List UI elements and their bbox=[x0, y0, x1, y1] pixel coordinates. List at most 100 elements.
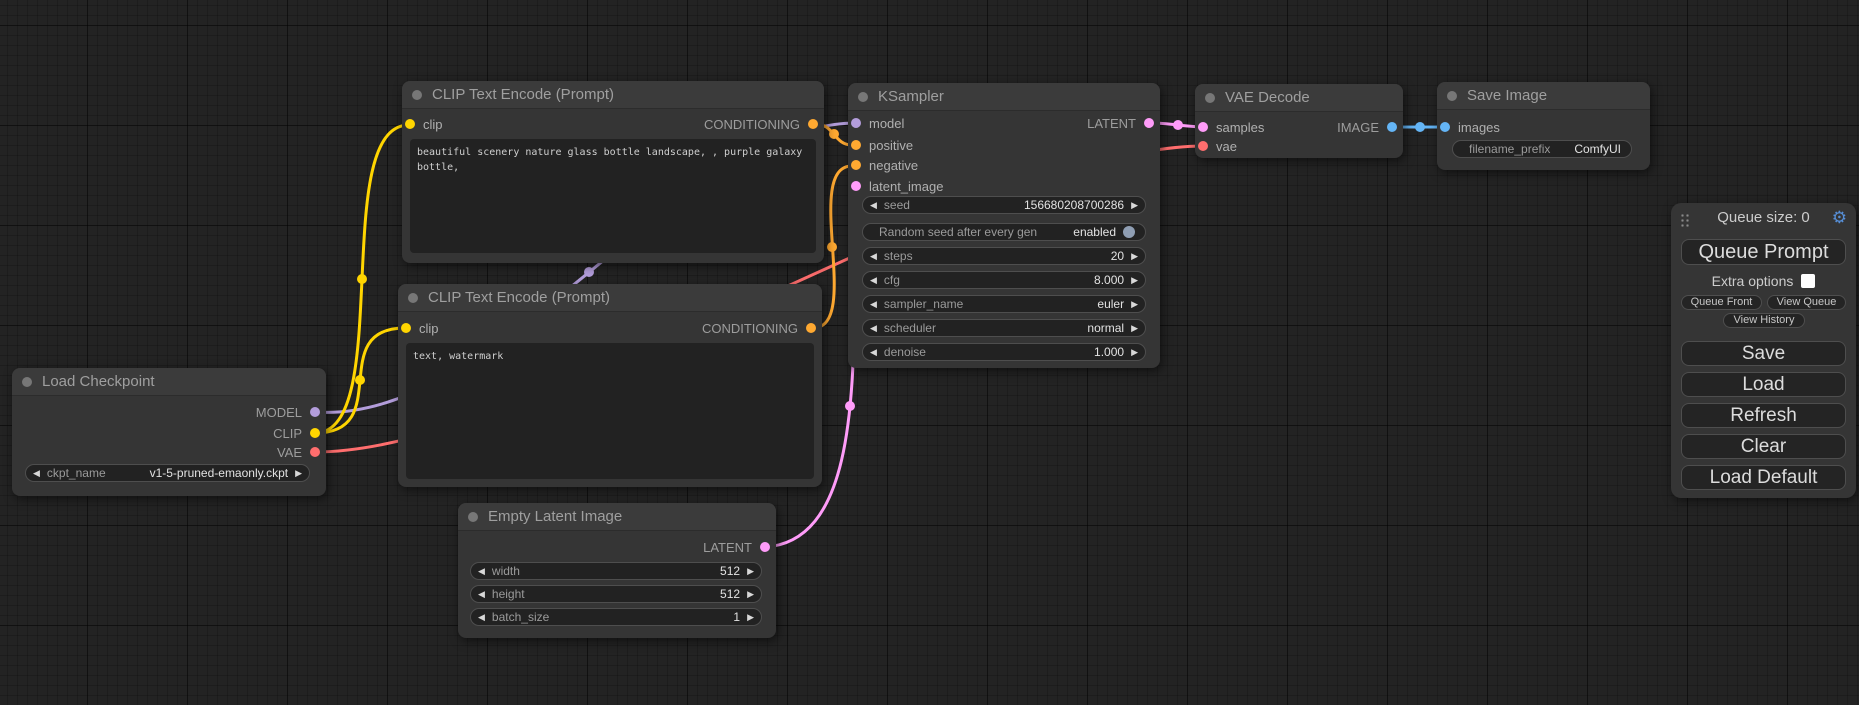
queue-prompt-button[interactable]: Queue Prompt bbox=[1681, 239, 1846, 265]
input-model[interactable]: model bbox=[851, 115, 904, 131]
node-save-image[interactable]: Save Image images filename_prefix ComfyU… bbox=[1437, 82, 1650, 170]
port-dot-image[interactable] bbox=[1440, 122, 1450, 132]
output-latent[interactable]: LATENT bbox=[1087, 115, 1154, 131]
port-dot-latent[interactable] bbox=[1198, 122, 1208, 132]
input-images[interactable]: images bbox=[1440, 119, 1500, 135]
widget-ckpt-name[interactable]: ◀ ckpt_name v1-5-pruned-emaonly.ckpt ▶ bbox=[25, 464, 310, 482]
widget-cfg[interactable]: ◀ cfg 8.000 ▶ bbox=[862, 271, 1146, 289]
increment-arrow-icon[interactable]: ▶ bbox=[740, 586, 761, 602]
node-title-bar[interactable]: CLIP Text Encode (Prompt) bbox=[398, 284, 822, 312]
output-conditioning[interactable]: CONDITIONING bbox=[704, 116, 818, 132]
save-button[interactable]: Save bbox=[1681, 341, 1846, 366]
widget-seed[interactable]: ◀ seed 156680208700286 ▶ bbox=[862, 196, 1146, 214]
clear-button[interactable]: Clear bbox=[1681, 434, 1846, 459]
increment-arrow-icon[interactable]: ▶ bbox=[288, 465, 309, 481]
decrement-arrow-icon[interactable]: ◀ bbox=[471, 609, 492, 625]
settings-gear-icon[interactable]: ⚙ bbox=[1832, 208, 1847, 228]
node-ksampler[interactable]: KSampler model positive negative latent_… bbox=[848, 83, 1160, 368]
port-dot-clip[interactable] bbox=[401, 323, 411, 333]
node-clip-text-encode-negative[interactable]: CLIP Text Encode (Prompt) clip CONDITION… bbox=[398, 284, 822, 487]
node-graph-canvas[interactable]: Load Checkpoint MODEL CLIP VAE ◀ ckpt_na… bbox=[0, 0, 1859, 705]
collapse-dot-icon[interactable] bbox=[1205, 93, 1215, 103]
collapse-dot-icon[interactable] bbox=[468, 512, 478, 522]
prompt-textarea[interactable]: beautiful scenery nature glass bottle la… bbox=[410, 139, 816, 253]
output-latent[interactable]: LATENT bbox=[703, 539, 770, 555]
queue-front-button[interactable]: Queue Front bbox=[1681, 295, 1762, 310]
node-vae-decode[interactable]: VAE Decode samples vae IMAGE bbox=[1195, 84, 1403, 158]
port-dot-model[interactable] bbox=[310, 407, 320, 417]
input-positive[interactable]: positive bbox=[851, 137, 913, 153]
increment-arrow-icon[interactable]: ▶ bbox=[1124, 248, 1145, 264]
decrement-arrow-icon[interactable]: ◀ bbox=[863, 296, 884, 312]
output-vae[interactable]: VAE bbox=[277, 444, 320, 460]
output-image[interactable]: IMAGE bbox=[1337, 119, 1397, 135]
decrement-arrow-icon[interactable]: ◀ bbox=[863, 344, 884, 360]
input-negative[interactable]: negative bbox=[851, 157, 918, 173]
load-button[interactable]: Load bbox=[1681, 372, 1846, 397]
widget-random-seed-toggle[interactable]: Random seed after every gen enabled bbox=[862, 223, 1146, 241]
view-history-button[interactable]: View History bbox=[1723, 313, 1805, 328]
port-dot-clip[interactable] bbox=[310, 428, 320, 438]
input-clip[interactable]: clip bbox=[401, 320, 439, 336]
increment-arrow-icon[interactable]: ▶ bbox=[1124, 272, 1145, 288]
load-default-button[interactable]: Load Default bbox=[1681, 465, 1846, 490]
collapse-dot-icon[interactable] bbox=[22, 377, 32, 387]
widget-width[interactable]: ◀ width 512 ▶ bbox=[470, 562, 762, 580]
increment-arrow-icon[interactable]: ▶ bbox=[1124, 296, 1145, 312]
refresh-button[interactable]: Refresh bbox=[1681, 403, 1846, 428]
widget-steps[interactable]: ◀ steps 20 ▶ bbox=[862, 247, 1146, 265]
input-clip[interactable]: clip bbox=[405, 116, 443, 132]
port-dot-clip[interactable] bbox=[405, 119, 415, 129]
collapse-dot-icon[interactable] bbox=[412, 90, 422, 100]
increment-arrow-icon[interactable]: ▶ bbox=[1124, 320, 1145, 336]
port-dot-vae[interactable] bbox=[1198, 141, 1208, 151]
increment-arrow-icon[interactable]: ▶ bbox=[740, 563, 761, 579]
decrement-arrow-icon[interactable]: ◀ bbox=[471, 586, 492, 602]
node-title-bar[interactable]: VAE Decode bbox=[1195, 84, 1403, 112]
port-dot-conditioning[interactable] bbox=[806, 323, 816, 333]
prompt-textarea[interactable]: text, watermark bbox=[406, 343, 814, 479]
node-title-bar[interactable]: Empty Latent Image bbox=[458, 503, 776, 531]
output-clip[interactable]: CLIP bbox=[273, 425, 320, 441]
input-samples[interactable]: samples bbox=[1198, 119, 1264, 135]
port-dot-conditioning[interactable] bbox=[808, 119, 818, 129]
port-dot-latent[interactable] bbox=[1144, 118, 1154, 128]
port-dot-conditioning[interactable] bbox=[851, 160, 861, 170]
widget-batch-size[interactable]: ◀ batch_size 1 ▶ bbox=[470, 608, 762, 626]
node-title-bar[interactable]: Save Image bbox=[1437, 82, 1650, 110]
node-clip-text-encode-positive[interactable]: CLIP Text Encode (Prompt) clip CONDITION… bbox=[402, 81, 824, 263]
widget-scheduler[interactable]: ◀ scheduler normal ▶ bbox=[862, 319, 1146, 337]
output-conditioning[interactable]: CONDITIONING bbox=[702, 320, 816, 336]
node-title-bar[interactable]: Load Checkpoint bbox=[12, 368, 326, 396]
port-dot-model[interactable] bbox=[851, 118, 861, 128]
port-dot-vae[interactable] bbox=[310, 447, 320, 457]
node-title-bar[interactable]: CLIP Text Encode (Prompt) bbox=[402, 81, 824, 109]
widget-denoise[interactable]: ◀ denoise 1.000 ▶ bbox=[862, 343, 1146, 361]
input-latent-image[interactable]: latent_image bbox=[851, 178, 943, 194]
collapse-dot-icon[interactable] bbox=[1447, 91, 1457, 101]
collapse-dot-icon[interactable] bbox=[408, 293, 418, 303]
widget-height[interactable]: ◀ height 512 ▶ bbox=[470, 585, 762, 603]
decrement-arrow-icon[interactable]: ◀ bbox=[863, 197, 884, 213]
port-dot-latent[interactable] bbox=[851, 181, 861, 191]
widget-sampler-name[interactable]: ◀ sampler_name euler ▶ bbox=[862, 295, 1146, 313]
extra-options-checkbox[interactable] bbox=[1801, 274, 1815, 288]
widget-filename-prefix[interactable]: filename_prefix ComfyUI bbox=[1452, 140, 1632, 158]
port-dot-conditioning[interactable] bbox=[851, 140, 861, 150]
increment-arrow-icon[interactable]: ▶ bbox=[1124, 197, 1145, 213]
decrement-arrow-icon[interactable]: ◀ bbox=[471, 563, 492, 579]
node-title-bar[interactable]: KSampler bbox=[848, 83, 1160, 111]
port-dot-latent[interactable] bbox=[760, 542, 770, 552]
input-vae[interactable]: vae bbox=[1198, 138, 1237, 154]
view-queue-button[interactable]: View Queue bbox=[1767, 295, 1846, 310]
output-model[interactable]: MODEL bbox=[256, 404, 320, 420]
port-dot-image[interactable] bbox=[1387, 122, 1397, 132]
toggle-dot-icon[interactable] bbox=[1123, 226, 1135, 238]
decrement-arrow-icon[interactable]: ◀ bbox=[863, 272, 884, 288]
node-empty-latent-image[interactable]: Empty Latent Image LATENT ◀ width 512 ▶ … bbox=[458, 503, 776, 638]
collapse-dot-icon[interactable] bbox=[858, 92, 868, 102]
increment-arrow-icon[interactable]: ▶ bbox=[740, 609, 761, 625]
decrement-arrow-icon[interactable]: ◀ bbox=[863, 320, 884, 336]
node-load-checkpoint[interactable]: Load Checkpoint MODEL CLIP VAE ◀ ckpt_na… bbox=[12, 368, 326, 496]
increment-arrow-icon[interactable]: ▶ bbox=[1124, 344, 1145, 360]
